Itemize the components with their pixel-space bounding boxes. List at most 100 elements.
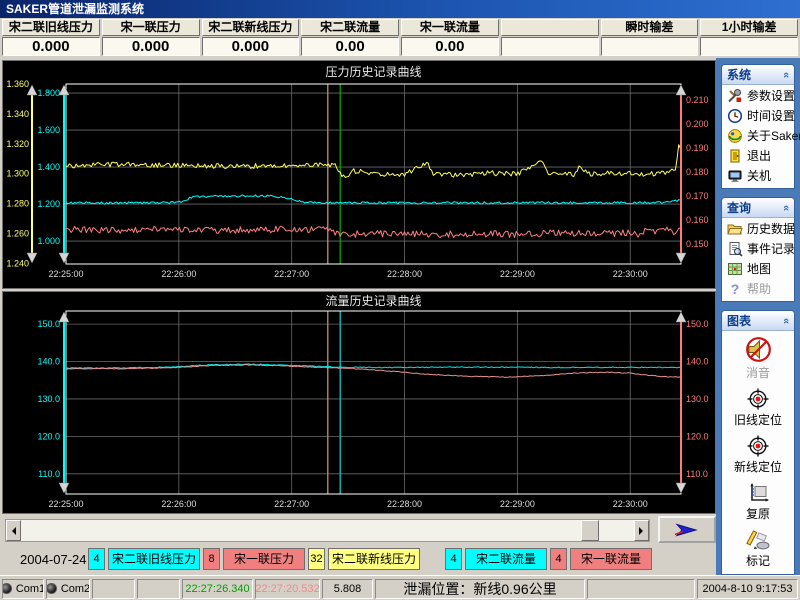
sidebar-item-label: 关于Saker	[747, 127, 800, 144]
legend-item-2[interactable]: 宋二联新线压力	[328, 548, 420, 570]
axis-down-arrow-icon[interactable]	[676, 483, 686, 493]
sidebar-item-旧线定位[interactable]: 旧线定位	[722, 383, 794, 430]
y-tick-label: 0.170	[686, 191, 709, 201]
sidebar-item-时间设置[interactable]: 时间设置	[722, 105, 794, 125]
time-scrollbar[interactable]	[5, 519, 650, 542]
axis-up-arrow-icon[interactable]	[676, 312, 686, 322]
flow-chart-panel: 流量历史记录曲线22:25:0022:26:0022:27:0022:28:00…	[2, 291, 716, 514]
flow-history-chart[interactable]: 流量历史记录曲线22:25:0022:26:0022:27:0022:28:00…	[3, 292, 715, 513]
status-spacer-3	[587, 579, 695, 599]
sidebar-item-关机[interactable]: 关机	[722, 165, 794, 185]
status-text: 22:27:20.532	[255, 583, 319, 595]
scroll-left-button[interactable]	[6, 520, 21, 541]
legend-count-2[interactable]: 32	[308, 548, 325, 570]
scroll-right-button[interactable]	[634, 520, 649, 541]
y-tick-label: 130.0	[686, 394, 709, 404]
sidebar-item-label: 新线定位	[734, 458, 782, 475]
status-text: 2004-8-10 9:17:53	[703, 583, 793, 595]
legend-count-1[interactable]: 8	[203, 548, 220, 570]
advance-arrow-icon	[670, 522, 704, 538]
sidebar-item-帮助: ?帮助	[722, 278, 794, 298]
sidebar-item-消音: 消音	[722, 331, 794, 383]
axis-up-arrow-icon[interactable]	[676, 85, 686, 95]
scrollbar-track[interactable]	[21, 520, 634, 541]
legend-count-4[interactable]: 4	[550, 548, 567, 570]
readout-label-6: 瞬时输差	[601, 19, 699, 36]
sidebar-item-label: 消音	[746, 364, 770, 381]
pressure-chart-panel: 压力历史记录曲线22:25:0022:26:0022:27:0022:28:00…	[2, 60, 716, 289]
y-tick-label: 1.260	[6, 228, 29, 238]
panel-header-2[interactable]: 图表«	[722, 311, 794, 331]
legend-item-1[interactable]: 宋一联压力	[223, 548, 305, 570]
x-tick-label: 22:29:00	[500, 269, 535, 279]
x-tick-label: 22:27:00	[274, 269, 309, 279]
y-tick-label: 1.000	[37, 236, 60, 246]
status-spacer-1	[92, 579, 135, 599]
readout-header: 宋二联旧线压力宋一联压力宋二联新线压力宋二联流量宋一联流量瞬时输差1小时输差0.…	[0, 18, 800, 58]
svg-text:?: ?	[731, 281, 740, 297]
sidebar-item-label: 标记	[746, 552, 770, 569]
advance-button[interactable]	[658, 516, 716, 543]
axis-down-arrow-icon[interactable]	[676, 253, 686, 263]
series-legend: 2004-07-24 4宋二联旧线压力8宋一联压力32宋二联新线压力4宋二联流量…	[0, 546, 716, 573]
right-arrow-icon	[639, 527, 647, 535]
readout-label-4: 宋一联流量	[401, 19, 499, 36]
panel-header-0[interactable]: 系统«	[722, 65, 794, 85]
readout-label-0: 宋二联旧线压力	[2, 19, 100, 36]
y-tick-label: 140.0	[37, 357, 60, 367]
sidebar-item-地图[interactable]: 地图	[722, 258, 794, 278]
panel-header-1[interactable]: 查询«	[722, 198, 794, 218]
y-tick-label: 120.0	[686, 431, 709, 441]
sidebar-panel-0: 系统«参数设置时间设置关于Saker退出关机	[722, 65, 794, 188]
scrollbar-thumb[interactable]	[581, 520, 599, 541]
mark-icon	[745, 529, 771, 551]
legend-item-3[interactable]: 宋二联流量	[465, 548, 547, 570]
axis-down-arrow-icon[interactable]	[59, 483, 69, 493]
series-宋二联新线压力	[66, 145, 680, 178]
axis-up-arrow-icon[interactable]	[59, 312, 69, 322]
com2-status-led-icon	[46, 583, 57, 594]
sidebar-item-标记[interactable]: 标记	[722, 524, 794, 571]
sidebar-item-label: 关机	[747, 167, 771, 184]
window-title: SAKER管道泄漏监测系统	[6, 2, 144, 16]
sidebar-item-事件记录[interactable]: 事件记录	[722, 238, 794, 258]
sidebar-item-历史数据[interactable]: 历史数据	[722, 218, 794, 238]
y-tick-label: 110.0	[38, 469, 60, 479]
readout-value-7	[700, 37, 798, 56]
readout-value-4: 0.00	[401, 37, 499, 56]
readout-value-5	[501, 37, 599, 56]
restore-icon	[747, 482, 769, 504]
y-tick-label: 130.0	[37, 394, 60, 404]
sidebar-item-退出[interactable]: 退出	[722, 145, 794, 165]
sidebar-item-新线定位[interactable]: 新线定位	[722, 430, 794, 477]
readout-label-1: 宋一联压力	[102, 19, 200, 36]
legend-item-0[interactable]: 宋二联旧线压力	[108, 548, 200, 570]
sidebar-item-label: 复原	[746, 505, 770, 522]
mute-icon	[745, 336, 772, 363]
com2-status: Com2	[46, 579, 90, 599]
series-宋二联旧线压力	[66, 195, 680, 204]
legend-count-3[interactable]: 4	[445, 548, 462, 570]
x-tick-label: 22:28:00	[387, 499, 422, 509]
map-icon	[727, 261, 743, 277]
axis-up-arrow-icon[interactable]	[59, 85, 69, 95]
x-tick-label: 22:27:00	[274, 499, 309, 509]
pressure-history-chart[interactable]: 压力历史记录曲线22:25:0022:26:0022:27:0022:28:00…	[3, 61, 715, 288]
settings-icon	[727, 88, 743, 104]
sidebar-item-复原[interactable]: 复原	[722, 477, 794, 524]
window-titlebar: SAKER管道泄漏监测系统	[0, 0, 800, 18]
leak-position: 泄漏位置：新线0.96公里	[375, 579, 585, 599]
chart-title: 流量历史记录曲线	[325, 294, 421, 308]
sidebar-item-参数设置[interactable]: 参数设置	[722, 85, 794, 105]
sidebar-item-label: 旧线定位	[734, 411, 782, 428]
sidebar-item-关于Saker[interactable]: 关于Saker	[722, 125, 794, 145]
legend-item-4[interactable]: 宋一联流量	[570, 548, 652, 570]
status-text: 泄漏位置：新线0.96公里	[403, 579, 556, 599]
axis-down-arrow-icon[interactable]	[59, 253, 69, 263]
sidebar-item-label: 历史数据	[747, 220, 795, 237]
y-tick-label: 0.180	[686, 167, 709, 177]
legend-count-0[interactable]: 4	[88, 548, 105, 570]
com1-status-led-icon	[2, 583, 12, 594]
y-tick-label: 1.800	[37, 88, 60, 98]
help-icon: ?	[727, 281, 743, 297]
